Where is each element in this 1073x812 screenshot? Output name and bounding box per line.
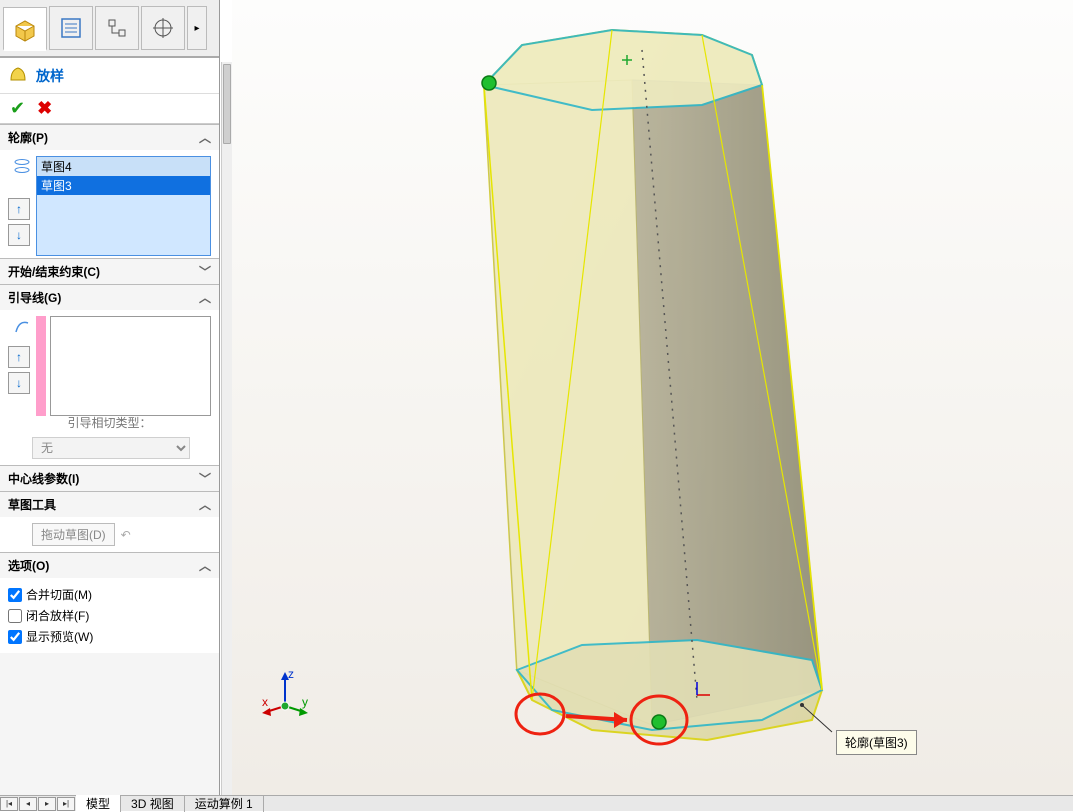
loft-icon [8, 64, 28, 87]
dimxpert-tab[interactable] [141, 6, 185, 50]
chevron-up-icon: ︿ [199, 289, 211, 306]
guides-section: 引导线(G) ︿ ↑ ↓ 引导相切类型： 无 [0, 284, 219, 465]
svg-text:y: y [302, 695, 308, 709]
property-manager-tab[interactable] [49, 6, 93, 50]
sketchtools-section: 草图工具 ︿ 拖动草图(D) ↶ [0, 491, 219, 552]
confirm-cancel-row: ✔ ✖ [0, 94, 219, 124]
chevron-down-icon: ﹀ [199, 470, 211, 487]
feature-title-row: 放样 [0, 58, 219, 94]
options-section: 选项(O) ︿ 合并切面(M) 闭合放样(F) 显示预览(W) [0, 552, 219, 653]
feature-manager-tab[interactable] [3, 7, 47, 51]
tab-nav-first[interactable]: |◂ [0, 797, 18, 811]
tab-nav-next[interactable]: ▸ [38, 797, 56, 811]
tab-motion[interactable]: 运动算例 1 [185, 795, 264, 812]
undo-icon[interactable]: ↶ [121, 528, 131, 542]
show-preview-option[interactable]: 显示预览(W) [8, 626, 211, 647]
profile-item-2[interactable]: 草图3 [37, 176, 210, 195]
startend-header-label: 开始/结束约束(C) [8, 263, 100, 280]
property-manager-panel: ▸ 放样 ✔ ✖ 轮廓(P) ︿ 草图4 草图3 [0, 0, 220, 798]
guide-move-up[interactable]: ↑ [8, 346, 30, 368]
list-icon [59, 16, 83, 40]
tab-model[interactable]: 模型 [76, 795, 121, 812]
bottom-tab-strip: |◂ ◂ ▸ ▸| 模型 3D 视图 运动算例 1 [0, 795, 1073, 811]
merge-tangent-option[interactable]: 合并切面(M) [8, 584, 211, 605]
chevron-up-icon: ︿ [199, 496, 211, 513]
svg-text:x: x [262, 695, 268, 709]
profile-callout[interactable]: 轮廓(草图3) [836, 730, 917, 755]
move-down-button[interactable]: ↓ [8, 224, 30, 246]
startend-header[interactable]: 开始/结束约束(C) ﹀ [0, 259, 219, 284]
close-loft-checkbox[interactable] [8, 609, 22, 623]
guide-pink-bar [36, 316, 46, 416]
panel-tab-strip: ▸ [0, 0, 219, 58]
profiles-section: 轮廓(P) ︿ 草图4 草图3 ↑ ↓ [0, 124, 219, 258]
show-preview-checkbox[interactable] [8, 630, 22, 644]
loft-preview-model [232, 0, 1073, 780]
profiles-header[interactable]: 轮廓(P) ︿ [0, 125, 219, 150]
sketchtools-header[interactable]: 草图工具 ︿ [0, 492, 219, 517]
tab-nav-last[interactable]: ▸| [57, 797, 75, 811]
close-loft-option[interactable]: 闭合放样(F) [8, 605, 211, 626]
tree-icon [105, 16, 129, 40]
tangency-type-label: 引导相切类型： [8, 414, 211, 431]
scroll-thumb[interactable] [223, 64, 231, 144]
cube-icon [12, 16, 38, 42]
startend-section: 开始/结束约束(C) ﹀ [0, 258, 219, 284]
profiles-listbox[interactable]: 草图4 草图3 [36, 156, 211, 256]
drag-sketch-button[interactable]: 拖动草图(D) [32, 523, 115, 546]
options-header-label: 选项(O) [8, 557, 49, 574]
guides-header[interactable]: 引导线(G) ︿ [0, 285, 219, 310]
guides-header-label: 引导线(G) [8, 289, 61, 306]
chevron-up-icon: ︿ [199, 129, 211, 146]
move-up-button[interactable]: ↑ [8, 198, 30, 220]
merge-tangent-checkbox[interactable] [8, 588, 22, 602]
centerline-header-label: 中心线参数(I) [8, 470, 79, 487]
chevron-down-icon: ﹀ [199, 263, 211, 280]
guides-listbox[interactable] [50, 316, 211, 416]
sketchtools-header-label: 草图工具 [8, 496, 56, 513]
options-header[interactable]: 选项(O) ︿ [0, 553, 219, 578]
tangency-type-select[interactable]: 无 [32, 437, 190, 459]
tab-3dview[interactable]: 3D 视图 [121, 795, 185, 812]
target-icon [151, 16, 175, 40]
centerline-section: 中心线参数(I) ﹀ [0, 465, 219, 491]
profile-type-icon[interactable] [12, 156, 32, 176]
profile-item-1[interactable]: 草图4 [37, 157, 210, 176]
centerline-header[interactable]: 中心线参数(I) ﹀ [0, 466, 219, 491]
panel-scrollbar[interactable] [221, 62, 232, 797]
feature-title: 放样 [36, 66, 64, 86]
profiles-header-label: 轮廓(P) [8, 129, 48, 146]
configuration-manager-tab[interactable] [95, 6, 139, 50]
cancel-button[interactable]: ✖ [37, 98, 52, 119]
svg-text:z: z [288, 668, 294, 681]
chevron-up-icon: ︿ [199, 557, 211, 574]
guide-type-icon[interactable] [12, 316, 32, 336]
tab-nav-prev[interactable]: ◂ [19, 797, 37, 811]
more-tabs[interactable]: ▸ [187, 6, 207, 50]
view-triad[interactable]: z x y [260, 668, 310, 718]
ok-button[interactable]: ✔ [10, 98, 25, 119]
guide-move-down[interactable]: ↓ [8, 372, 30, 394]
